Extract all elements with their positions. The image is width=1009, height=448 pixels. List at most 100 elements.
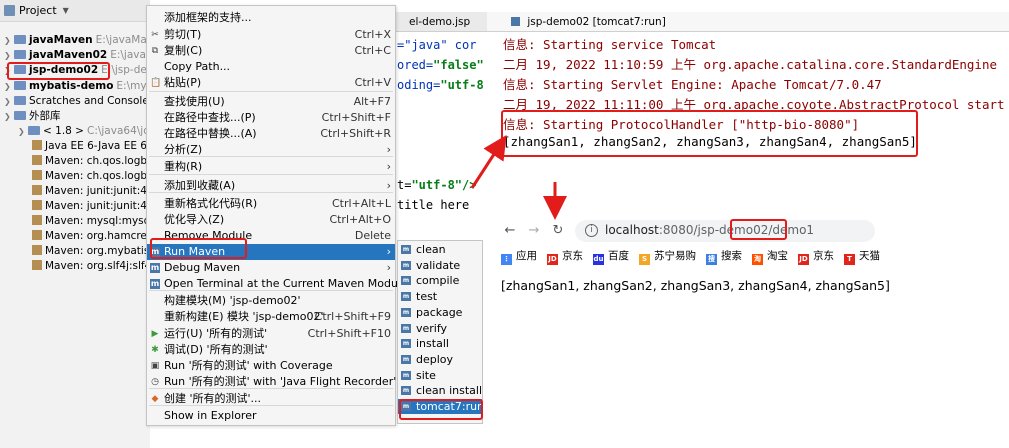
tree-item[interactable]: ❯ javaMavenE:\javaMaven	[4, 33, 150, 48]
bookmark-item[interactable]: S 苏宁易购	[639, 248, 696, 265]
tree-item[interactable]: ❯ Scratches and Consoles	[4, 94, 150, 109]
bookmark-label: 应用	[516, 250, 537, 262]
bookmark-item[interactable]: T 天猫	[844, 248, 880, 265]
tree-item[interactable]: Maven: mysql:mysql-c	[22, 214, 150, 229]
submenu-item-label: clean install	[416, 384, 483, 398]
project-header[interactable]: Project ▼	[0, 0, 150, 22]
chevron-right-icon[interactable]: ❯	[4, 94, 14, 109]
tree-item[interactable]: Maven: org.slf4j:slf4j-a	[22, 259, 150, 274]
debug-all-tests-icon: ✱	[151, 345, 159, 355]
menu-item-label: 剪切(T)	[164, 28, 202, 41]
tree-item[interactable]: Maven: junit:junit:4.11	[22, 184, 150, 199]
tree-item[interactable]: Maven: org.mybatis:m	[22, 244, 150, 259]
bookmark-icon: du	[593, 254, 604, 265]
submenu-item-test[interactable]: m test	[398, 289, 482, 304]
submenu-item-verify[interactable]: m verify	[398, 321, 482, 336]
submenu-item-install[interactable]: m install	[398, 336, 482, 351]
bookmark-item[interactable]: 淘淘宝	[752, 248, 788, 265]
menu-item-analyze[interactable]: 分析(Z) ›	[147, 142, 395, 158]
menu-item-reformat-code[interactable]: 重新格式化代码(R) Ctrl+Alt+L	[147, 196, 395, 212]
menu-item-paste[interactable]: 📋 粘贴(P) Ctrl+V	[147, 75, 395, 91]
menu-item-debug-maven[interactable]: m Debug Maven ›	[147, 260, 395, 276]
tree-item[interactable]: Maven: junit:junit:4.12	[22, 199, 150, 214]
submenu-item-compile[interactable]: m compile	[398, 273, 482, 288]
chevron-down-icon[interactable]: ▼	[63, 6, 69, 15]
library-icon	[32, 260, 42, 270]
tree-item[interactable]: ❯ < 1.8 >C:\java64\jdk1	[18, 124, 150, 139]
code-token: ="java"	[397, 38, 455, 52]
menu-item-run-with-coverage[interactable]: ▣ Run '所有的测试' with Coverage	[147, 358, 395, 374]
maven-icon: m	[150, 263, 160, 273]
tree-item[interactable]: ❯ mybatis-demoE:\mybatis	[4, 79, 150, 94]
bookmark-item[interactable]: JD 京东	[547, 248, 583, 265]
tree-item-path: E:\javaMaven	[95, 34, 150, 46]
tree-item-label: Maven: ch.qos.logback	[45, 155, 150, 167]
library-icon	[32, 170, 42, 180]
menu-item-rebuild-module[interactable]: 重新构建(E) 模块 'jsp-demo02' Ctrl+Shift+F9	[147, 309, 395, 325]
menu-item-shortcut: Ctrl+Alt+L	[331, 197, 391, 210]
menu-item-add-framework-support[interactable]: 添加框架的支持...	[147, 10, 395, 26]
submenu-item-package[interactable]: m package	[398, 305, 482, 320]
code-token: t=	[397, 178, 412, 192]
tree-item[interactable]: Maven: ch.qos.logback	[22, 154, 150, 169]
menu-item-debug-all-tests[interactable]: ✱ 调试(D) '所有的测试'	[147, 342, 395, 358]
chevron-right-icon[interactable]: ❯	[4, 33, 14, 48]
maven-goal-icon: m	[401, 339, 411, 349]
browser-window: ← → ↻ i localhost:8080/jsp-demo02/demo1 …	[487, 210, 1009, 448]
submenu-item-label: clean	[416, 243, 446, 256]
bookmark-item[interactable]: JD 京东	[798, 248, 834, 265]
menu-item-show-in-explorer[interactable]: Show in Explorer	[147, 408, 395, 424]
forward-arrow-icon[interactable]: →	[525, 222, 543, 240]
tree-item[interactable]: ❯ javaMaven02E:\javaMav	[4, 48, 150, 63]
info-icon[interactable]: i	[585, 224, 598, 237]
address-bar[interactable]: i localhost:8080/jsp-demo02/demo1	[575, 220, 875, 242]
menu-item-label: 创建 '所有的测试'...	[164, 392, 262, 405]
chevron-right-icon[interactable]: ❯	[4, 63, 14, 78]
bookmark-item[interactable]: 搜搜索	[706, 248, 742, 265]
submenu-item-deploy[interactable]: m deploy	[398, 352, 482, 367]
menu-item-run-maven[interactable]: m Run Maven ›	[147, 244, 395, 260]
menu-item-build-module[interactable]: 构建模块(M) 'jsp-demo02'	[147, 293, 395, 309]
chevron-right-icon[interactable]: ❯	[4, 48, 14, 63]
maven-goal-icon: m	[401, 260, 411, 270]
menu-item-copy-path[interactable]: Copy Path...	[147, 59, 395, 75]
menu-item-run-all-tests[interactable]: ▶ 运行(U) '所有的测试' Ctrl+Shift+F10	[147, 326, 395, 342]
reload-icon[interactable]: ↻	[549, 222, 567, 240]
menu-item-cut[interactable]: ✂ 剪切(T) Ctrl+X	[147, 27, 395, 43]
submenu-item-site[interactable]: m site	[398, 368, 482, 383]
submenu-item-clean[interactable]: m clean	[398, 242, 482, 257]
submenu-item-clean-install[interactable]: m clean install	[398, 383, 482, 398]
menu-item-create-all-tests[interactable]: ◆ 创建 '所有的测试'...	[147, 391, 395, 407]
menu-item-label: Show in Explorer	[164, 409, 257, 422]
submenu-item-tomcat7-run[interactable]: m tomcat7:run	[398, 399, 484, 414]
back-arrow-icon[interactable]: ←	[501, 222, 519, 240]
tab-el-demo-jsp[interactable]: el-demo.jsp	[395, 12, 487, 32]
maven-goal-icon: m	[401, 402, 411, 411]
menu-item-find-in-path[interactable]: 在路径中查找...(P) Ctrl+Shift+F	[147, 110, 395, 126]
bookmark-item[interactable]: du 百度	[593, 248, 629, 265]
menu-item-copy[interactable]: ⧉ 复制(C) Ctrl+C	[147, 43, 395, 59]
menu-item-label: 在路径中查找...(P)	[164, 111, 256, 124]
tab-jsp-demo02-tomcat7-run[interactable]: jsp-demo02 [tomcat7:run]	[499, 12, 666, 32]
chevron-right-icon[interactable]: ❯	[4, 79, 14, 94]
menu-item-open-terminal[interactable]: m Open Terminal at the Current Maven Modu…	[147, 276, 435, 292]
menu-item-refactor[interactable]: 重构(R) ›	[147, 159, 395, 175]
menu-item-remove-module[interactable]: Remove Module Delete	[147, 228, 395, 244]
bookmark-icon: 搜	[706, 254, 717, 265]
project-icon	[4, 5, 15, 16]
tree-item[interactable]: ❯ jsp-demo02E:\jsp-demo	[4, 63, 150, 78]
bookmark-item[interactable]: ⋮ 应用	[501, 248, 537, 265]
menu-item-find-usages[interactable]: 查找使用(U) Alt+F7	[147, 94, 395, 110]
submenu-item-validate[interactable]: m validate	[398, 258, 482, 273]
tree-item[interactable]: Maven: org.hamcrest:h	[22, 229, 150, 244]
menu-item-replace-in-path[interactable]: 在路径中替换...(A) Ctrl+Shift+R	[147, 126, 395, 142]
tree-item[interactable]: Java EE 6-Java EE 6	[22, 139, 147, 154]
tree-item[interactable]: Maven: ch.qos.logback	[22, 169, 150, 184]
chevron-right-icon[interactable]: ❯	[4, 109, 14, 124]
menu-item-add-to-favorites[interactable]: 添加到收藏(A) ›	[147, 178, 395, 194]
menu-item-optimize-imports[interactable]: 优化导入(Z) Ctrl+Alt+O	[147, 212, 395, 228]
menu-item-run-with-flight-recorder[interactable]: ◷ Run '所有的测试' with 'Java Flight Recorder'	[147, 374, 396, 390]
tree-item-label: javaMaven	[29, 34, 93, 46]
chevron-right-icon[interactable]: ❯	[18, 124, 28, 139]
tree-item[interactable]: ❯ 外部库	[4, 109, 61, 124]
